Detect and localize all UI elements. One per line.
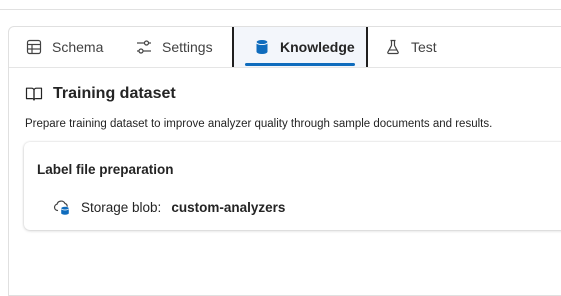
card-title: Label file preparation xyxy=(37,162,174,177)
tab-schema-label: Schema xyxy=(52,39,104,55)
section-title: Training dataset xyxy=(53,85,176,102)
tab-knowledge-label: Knowledge xyxy=(280,39,355,55)
tab-test-label: Test xyxy=(411,39,437,55)
top-bar xyxy=(0,0,561,10)
section-description: Prepare training dataset to improve anal… xyxy=(25,118,493,130)
cloud-database-icon xyxy=(53,198,71,216)
label-file-card: Label file preparation Storage blob: cus… xyxy=(24,142,561,230)
sliders-icon xyxy=(136,39,152,55)
tab-test[interactable]: Test xyxy=(385,27,437,67)
section-header: Training dataset xyxy=(25,85,176,103)
storage-blob-row: Storage blob: custom-analyzers xyxy=(53,198,285,216)
book-icon xyxy=(25,86,43,102)
table-icon xyxy=(26,39,42,55)
tab-knowledge[interactable]: Knowledge xyxy=(232,27,368,67)
beaker-icon xyxy=(385,39,401,55)
storage-blob-label: Storage blob: xyxy=(81,199,162,215)
tab-settings-label: Settings xyxy=(162,39,213,55)
analyzer-panel: Schema Settings Knowledge Test Training … xyxy=(8,26,561,296)
tab-bar: Schema Settings Knowledge Test xyxy=(9,27,561,68)
storage-blob-value: custom-analyzers xyxy=(171,199,286,215)
database-icon xyxy=(254,39,270,55)
tab-settings[interactable]: Settings xyxy=(136,27,213,67)
selected-tab-indicator xyxy=(245,63,355,66)
tab-schema[interactable]: Schema xyxy=(26,27,103,67)
